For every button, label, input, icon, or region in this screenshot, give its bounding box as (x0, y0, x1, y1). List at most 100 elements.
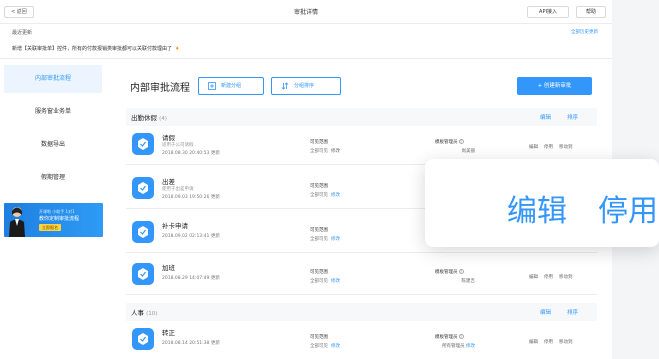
sidebar-item-leave-management[interactable]: 假期管理 (4, 164, 102, 192)
approval-row[interactable]: 加班 2018.08.29 14:07:49 更新 可见范围 全部可见 修改 模板… (126, 257, 597, 295)
group-sort-link[interactable]: 排序 (567, 308, 578, 316)
approval-updated: 2018.09.03 19:50:26 更新 (162, 195, 220, 200)
approval-updated: 2018.08.30 20:40:53 更新 (162, 151, 220, 156)
scope-edit-link[interactable]: 修改 (331, 344, 340, 349)
admin-value: 陈建吉 (461, 279, 476, 284)
scope-title: 可见范围 (310, 270, 328, 275)
row-actions: 编辑 停用 移动到 (529, 274, 579, 280)
add-folder-icon (208, 82, 216, 90)
approval-icon (138, 182, 148, 194)
scope-value-text: 全部可见 (310, 344, 328, 349)
group-header: 人事 (10) 编辑 排序 (126, 303, 597, 321)
approval-icon (138, 138, 148, 150)
disable-action[interactable]: 停用 (544, 145, 553, 150)
move-action[interactable]: 移动到 (559, 340, 573, 345)
approval-updated: 2018.08.14 20:51:38 更新 (162, 341, 220, 346)
scope-value-text: 全部可见 (310, 237, 328, 242)
disable-action[interactable]: 停用 (544, 340, 553, 345)
sidebar-item-service-window[interactable]: 服务窗业务单 (4, 98, 102, 126)
admin-title: 模板管理员? (435, 334, 464, 340)
all-updates-link[interactable]: 全部历史更新 (571, 29, 598, 35)
scope-title: 可见范围 (310, 184, 328, 189)
admin-edit-link[interactable]: 修改 (466, 344, 475, 349)
scope-edit-link[interactable]: 修改 (331, 279, 340, 284)
admin-value: 尚美丽 (461, 149, 476, 154)
api-access-button[interactable]: API接入 (527, 6, 569, 18)
sort-groups-button[interactable]: 分组排序 (271, 77, 341, 95)
presenter-avatar (9, 207, 25, 237)
callout-disable-label[interactable]: 停用 (598, 186, 658, 230)
edit-action[interactable]: 编辑 (529, 340, 538, 345)
edit-action[interactable]: 编辑 (529, 275, 538, 280)
group-name: 出勤休假 (4) (131, 112, 167, 122)
approval-icon (138, 268, 148, 280)
group-edit-link[interactable]: 编辑 (540, 308, 551, 316)
admin-value: 所有管理员 修改 (435, 343, 475, 349)
move-action[interactable]: 移动到 (559, 275, 573, 280)
update-message-text: 新增【关联审批单】控件，所有的付款报销类审批都可以关联付款理由了 (12, 46, 173, 52)
scope-value: 全部可见 修改 (310, 148, 340, 154)
admin-title-text: 模板管理员 (435, 270, 458, 275)
scope-title: 可见范围 (310, 335, 328, 340)
admin-title: 模板管理员? (435, 139, 464, 145)
group-name-text: 出勤休假 (131, 114, 157, 122)
group-header: 出勤休假 (4) 编辑 排序 (126, 108, 597, 126)
scope-edit-link[interactable]: 修改 (331, 149, 340, 154)
group-name: 人事 (10) (131, 307, 157, 317)
section-title: 内部审批流程 (130, 83, 190, 94)
approval-app-icon (132, 177, 154, 199)
disable-action[interactable]: 停用 (544, 275, 553, 280)
approval-updated: 2018.08.29 14:07:49 更新 (162, 276, 220, 281)
help-icon[interactable]: ? (458, 139, 464, 144)
scope-title: 可见范围 (310, 140, 328, 145)
banner-tag[interactable]: 立即报名 (39, 224, 61, 231)
approval-row[interactable]: 转正 2018.08.14 20:51:38 更新 可见范围 全部可见 修改 模板… (126, 322, 597, 359)
create-approval-button[interactable]: + 创建新审批 (517, 77, 592, 95)
scope-value: 全部可见 修改 (310, 192, 340, 198)
approval-icon (138, 226, 148, 238)
group-count: (10) (146, 311, 158, 317)
new-group-button[interactable]: 新建分组 (198, 77, 264, 95)
scope-value: 全部可见 修改 (310, 278, 340, 284)
scope-edit-link[interactable]: 修改 (331, 237, 340, 242)
approval-icon (138, 333, 148, 345)
page-title: 审批详情 (293, 9, 318, 16)
help-icon[interactable]: ? (458, 334, 464, 339)
callout-edit-label[interactable]: 编辑 (507, 186, 567, 230)
group-name-text: 人事 (131, 309, 144, 317)
divider (0, 58, 612, 59)
zoom-callout: 编辑 停用 (425, 159, 659, 247)
scope-value: 全部可见 修改 (310, 343, 340, 349)
approval-app-icon (132, 221, 154, 243)
approval-app-icon (132, 263, 154, 285)
admin-value-text: 所有管理员 (442, 344, 465, 349)
group-edit-link[interactable]: 编辑 (540, 113, 551, 121)
scope-edit-link[interactable]: 修改 (331, 193, 340, 198)
sort-groups-label: 分组排序 (294, 83, 315, 89)
approval-name: 加班 (162, 264, 175, 272)
scope-value-text: 全部可见 (310, 193, 328, 198)
approval-name: 出差 (162, 178, 175, 186)
scope-value-text: 全部可见 (310, 149, 328, 154)
group-sort-link[interactable]: 排序 (567, 113, 578, 121)
approval-desc: 使用于出差申请 (162, 187, 194, 192)
approval-name: 请假 (162, 134, 175, 142)
fire-icon: ♦ (175, 46, 180, 52)
approval-app-icon (132, 133, 154, 155)
row-actions: 编辑 停用 移动到 (529, 144, 579, 150)
edit-action[interactable]: 编辑 (529, 145, 538, 150)
update-message[interactable]: 新增【关联审批单】控件，所有的付款报销类审批都可以关联付款理由了 ♦ (12, 45, 180, 52)
approval-name: 补卡申请 (162, 222, 188, 230)
promo-banner[interactable]: 开课啦 小助手 1对1 教你定制审批流程 立即报名 (4, 203, 103, 237)
sidebar-item-data-export[interactable]: 数据导出 (4, 131, 102, 159)
new-group-label: 新建分组 (221, 83, 242, 89)
approval-app-icon (132, 328, 154, 350)
admin-title: 模板管理员? (435, 269, 464, 275)
approval-updated: 2018.09.02 02:13:41 更新 (162, 234, 220, 239)
scope-title: 可见范围 (310, 228, 328, 233)
help-button[interactable]: 帮助 (576, 6, 606, 18)
scope-value: 全部可见 修改 (310, 236, 340, 242)
move-action[interactable]: 移动到 (559, 145, 573, 150)
sidebar-item-internal-approval[interactable]: 内部审批流程 (4, 65, 102, 93)
help-icon[interactable]: ? (458, 269, 464, 274)
